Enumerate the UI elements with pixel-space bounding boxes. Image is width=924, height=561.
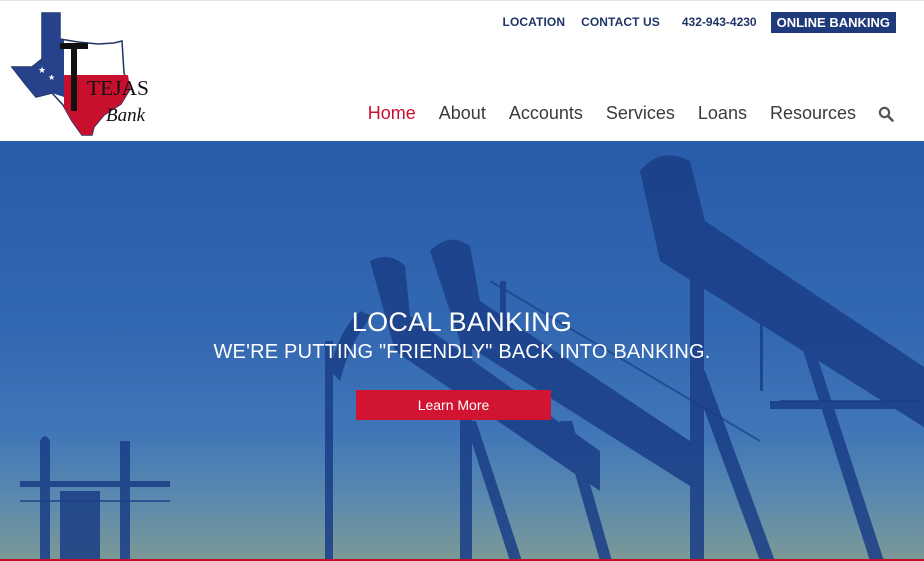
nav-item-home[interactable]: Home [368, 103, 416, 124]
logo-sub: Bank [106, 105, 146, 126]
location-link[interactable]: LOCATION [503, 15, 566, 29]
utility-bar: LOCATION CONTACT US 432-943-4230 ONLINE … [487, 11, 896, 33]
svg-text:★: ★ [48, 73, 55, 82]
svg-text:★: ★ [38, 66, 46, 76]
hero-banner: LOCAL BANKING WE'RE PUTTING "FRIENDLY" B… [0, 141, 924, 561]
texas-map-logo-icon: ★ ★ TEJAS Bank [10, 12, 149, 136]
logo-word: TEJAS [87, 76, 149, 100]
tejas-bank-logo[interactable]: ★ ★ TEJAS Bank [8, 11, 158, 137]
contact-us-link[interactable]: CONTACT US [581, 15, 660, 29]
site-header: ★ ★ TEJAS Bank LOCATION CONTACT US 432-9… [0, 0, 924, 141]
nav-item-resources[interactable]: Resources [770, 103, 856, 124]
online-banking-button[interactable]: ONLINE BANKING [770, 11, 896, 33]
search-icon[interactable] [878, 106, 894, 122]
phone-number[interactable]: 432-943-4230 [682, 15, 757, 29]
hero-title: LOCAL BANKING [351, 307, 573, 337]
nav-item-services[interactable]: Services [606, 103, 675, 124]
nav-item-about[interactable]: About [439, 103, 486, 124]
hero-subtitle: WE'RE PUTTING "FRIENDLY" BACK INTO BANKI… [213, 341, 711, 363]
nav-item-loans[interactable]: Loans [698, 103, 747, 124]
main-nav: Home About Accounts Services Loans Resou… [345, 103, 894, 124]
learn-more-button[interactable]: Learn More [356, 390, 551, 420]
nav-item-accounts[interactable]: Accounts [509, 103, 583, 124]
